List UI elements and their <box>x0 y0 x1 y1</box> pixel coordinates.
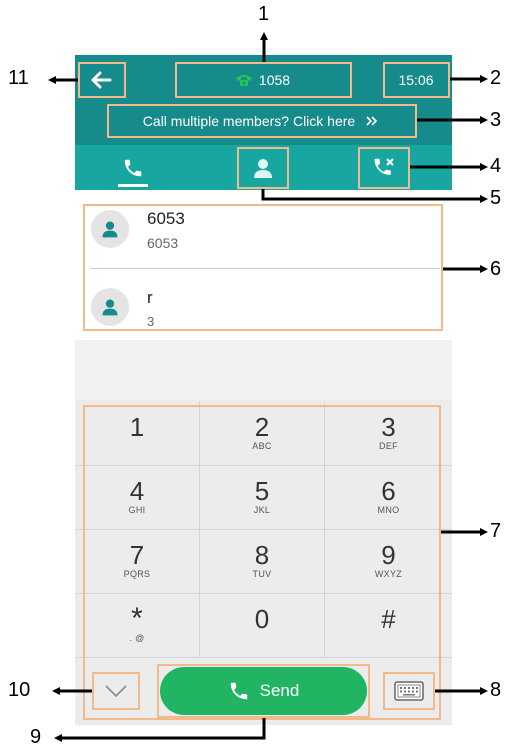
callout-11: 11 <box>8 67 29 89</box>
callout-4: 4 <box>490 155 502 177</box>
callout-3: 3 <box>490 109 502 131</box>
callout-1: 1 <box>258 3 270 25</box>
callout-7: 7 <box>490 520 502 542</box>
callout-10: 10 <box>8 679 31 701</box>
callout-6: 6 <box>490 258 502 280</box>
callout-8: 8 <box>490 679 502 701</box>
callout-arrows <box>48 32 488 742</box>
callout-2: 2 <box>490 67 502 89</box>
callout-9: 9 <box>30 726 42 748</box>
callout-5: 5 <box>490 187 502 209</box>
